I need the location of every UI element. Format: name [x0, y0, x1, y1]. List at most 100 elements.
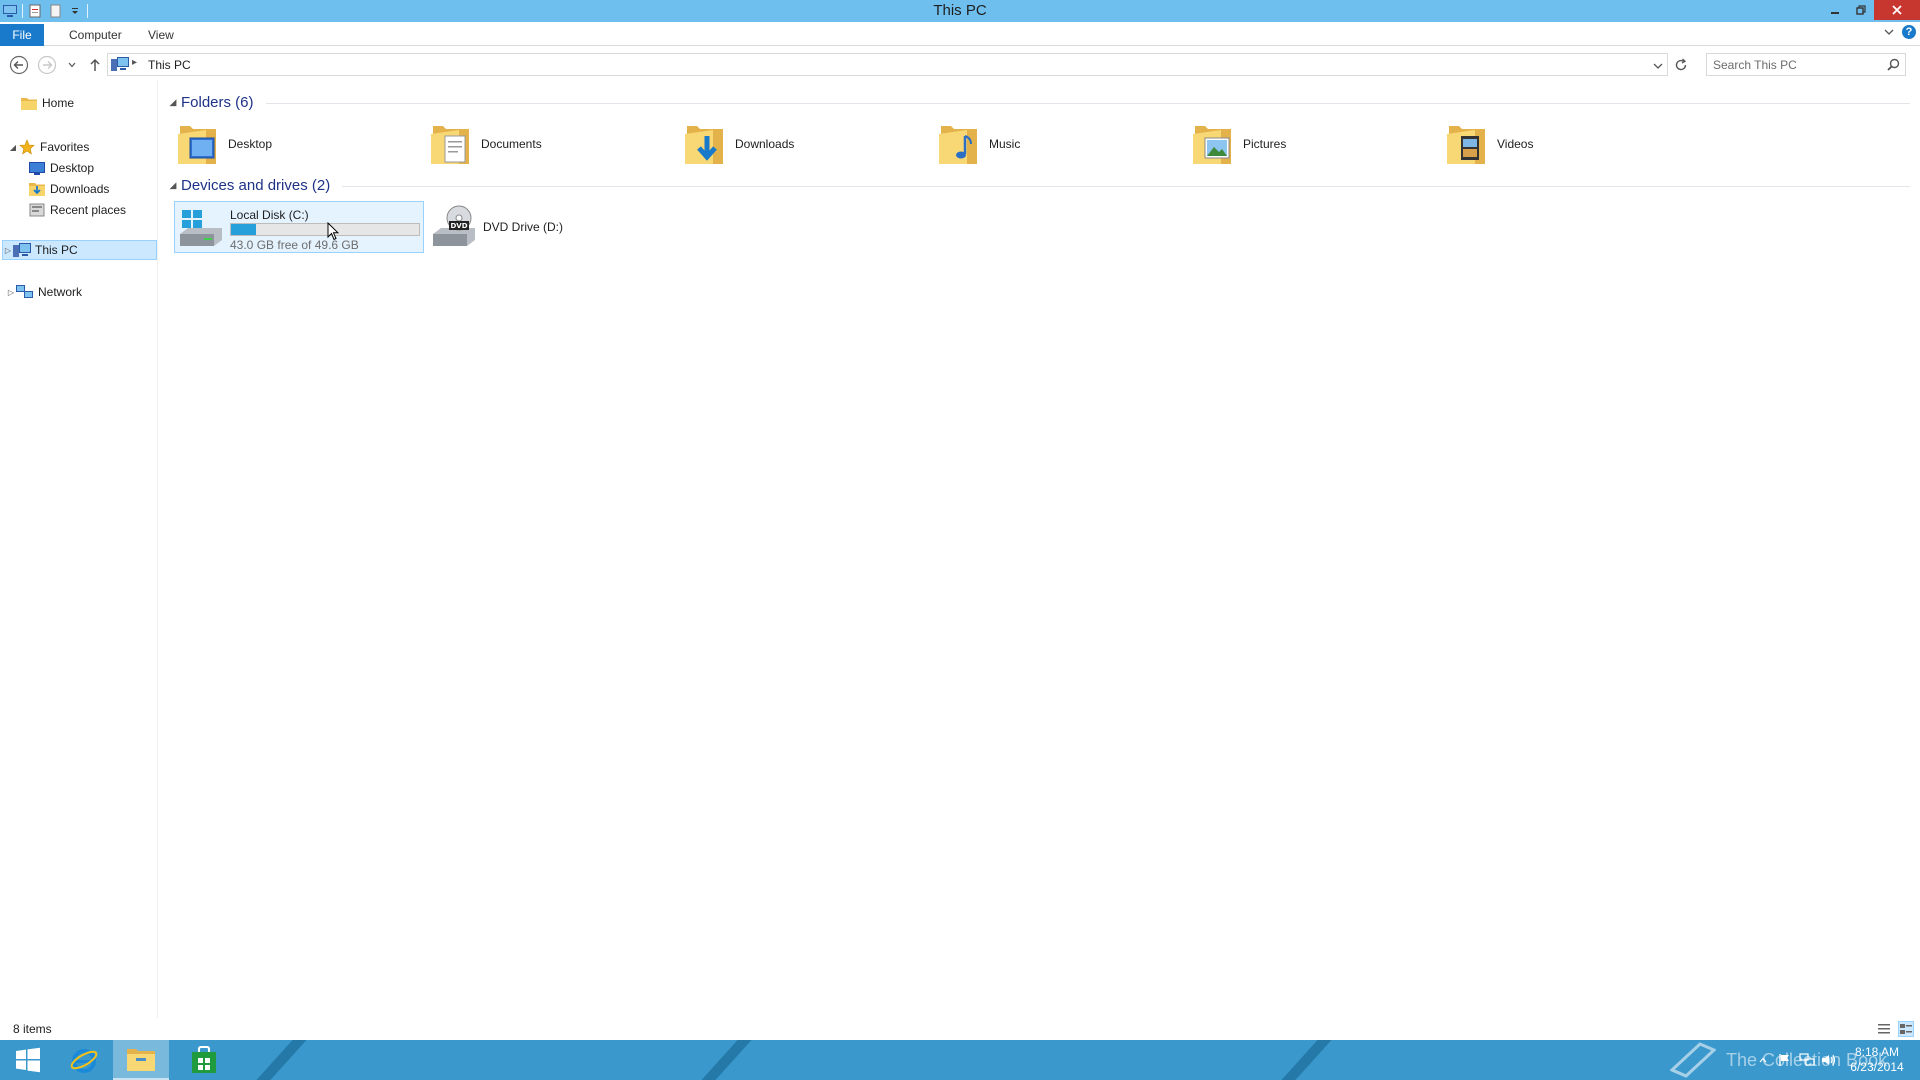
taskbar-internet-explorer[interactable] [56, 1040, 112, 1080]
star-icon [18, 139, 36, 155]
network-icon [16, 284, 34, 300]
close-button[interactable] [1874, 0, 1920, 20]
nav-item-label: Recent places [50, 203, 127, 217]
this-pc-icon [13, 242, 31, 258]
devices-group-header[interactable]: ◢ Devices and drives (2) [165, 175, 1910, 195]
nav-item-favorites[interactable]: ◢ Favorites [8, 137, 148, 157]
drive-free-space: 43.0 GB free of 49.6 GB [230, 238, 359, 252]
explorer-app-icon[interactable] [2, 3, 18, 19]
volume-icon[interactable] [1818, 1040, 1840, 1080]
expand-icon[interactable]: ▷ [3, 246, 13, 255]
folder-downloads[interactable]: Downloads [681, 118, 921, 170]
group-title: Devices and drives (2) [181, 176, 331, 194]
view-switcher [1876, 1021, 1914, 1037]
show-hidden-icons-icon[interactable] [1752, 1040, 1774, 1080]
collapse-icon[interactable]: ◢ [165, 97, 181, 108]
folder-documents-icon [427, 120, 475, 168]
home-folder-icon [20, 95, 38, 111]
folders-group-header[interactable]: ◢ Folders (6) [165, 92, 1910, 112]
tab-file[interactable]: File [0, 24, 44, 46]
system-tray: 8:18 AM 6/23/2014 [1752, 1040, 1920, 1080]
breadcrumb-separator-icon[interactable]: ▸ [132, 57, 137, 68]
folder-music-icon [935, 120, 983, 168]
start-button[interactable] [0, 1040, 56, 1080]
clock-date: 6/23/2014 [1850, 1060, 1904, 1074]
folder-videos-icon [1443, 120, 1491, 168]
taskbar: The Collection Book 8:18 AM 6/23/2014 [0, 1040, 1920, 1080]
search-input[interactable] [1713, 57, 1883, 73]
back-arrow-icon [9, 55, 29, 75]
folder-pictures[interactable]: Pictures [1189, 118, 1429, 170]
group-title: Folders (6) [181, 93, 254, 111]
details-view-icon[interactable] [1876, 1021, 1892, 1037]
nav-item-fav-downloads[interactable]: Downloads [28, 179, 148, 199]
expand-icon[interactable]: ▷ [6, 288, 16, 297]
tab-computer[interactable]: Computer [59, 24, 132, 46]
restore-icon [1856, 5, 1866, 15]
desktop-icon [28, 160, 46, 176]
collapse-icon[interactable]: ◢ [8, 143, 18, 152]
nav-item-label: Desktop [50, 161, 95, 175]
clock[interactable]: 8:18 AM 6/23/2014 [1840, 1045, 1914, 1075]
collapse-icon[interactable]: ◢ [165, 180, 181, 191]
chevron-down-icon [68, 62, 76, 68]
downloads-icon [28, 181, 46, 197]
properties-icon[interactable] [27, 3, 43, 19]
internet-explorer-icon [70, 1049, 98, 1073]
status-bar: 8 items [0, 1018, 1920, 1040]
folder-documents[interactable]: Documents [427, 118, 667, 170]
taskbar-file-explorer[interactable] [113, 1040, 169, 1080]
quick-access-toolbar [2, 2, 88, 20]
search-icon[interactable] [1887, 58, 1900, 74]
nav-item-this-pc[interactable]: ▷ This PC [2, 240, 157, 260]
refresh-button[interactable] [1670, 54, 1692, 76]
drive-label: Local Disk (C:) [230, 208, 309, 222]
nav-item-label: This PC [35, 243, 78, 257]
customize-qat-icon[interactable] [67, 3, 83, 19]
tab-view[interactable]: View [138, 24, 184, 46]
explorer-window: This PC File Computer View ? ▸ This PC S… [0, 0, 1920, 1080]
folder-music[interactable]: Music [935, 118, 1175, 170]
forward-button[interactable] [36, 54, 58, 76]
back-button[interactable] [8, 54, 30, 76]
recent-locations-button[interactable] [62, 54, 82, 76]
hard-drive-windows-icon [177, 204, 225, 252]
up-button[interactable] [84, 54, 106, 76]
drive-usage-fill [231, 224, 256, 235]
close-icon [1892, 5, 1902, 15]
action-center-flag-icon[interactable] [1774, 1040, 1796, 1080]
search-box[interactable] [1706, 53, 1906, 76]
network-tray-icon[interactable] [1796, 1040, 1818, 1080]
title-bar[interactable]: This PC [0, 0, 1920, 22]
nav-item-network[interactable]: ▷ Network [6, 282, 146, 302]
tiles-view-icon[interactable] [1898, 1021, 1914, 1037]
address-history-icon[interactable] [1653, 59, 1663, 73]
navigation-pane: Home ◢ Favorites Desktop Downloads Recen… [0, 80, 158, 1020]
expand-ribbon-icon[interactable] [1884, 25, 1894, 39]
refresh-icon [1675, 58, 1687, 71]
help-icon[interactable]: ? [1902, 25, 1916, 39]
drive-usage-bar [230, 223, 420, 236]
new-folder-icon[interactable] [47, 3, 63, 19]
forward-arrow-icon [37, 55, 57, 75]
ribbon-tabs: File Computer View ? [0, 22, 1920, 46]
file-view: ◢ Folders (6) Desktop Documents Download… [165, 84, 1915, 1014]
nav-item-fav-recent-places[interactable]: Recent places [28, 200, 148, 220]
minimize-icon [1831, 12, 1839, 14]
address-bar[interactable]: ▸ This PC [107, 53, 1668, 76]
taskbar-store[interactable] [176, 1040, 232, 1080]
folder-videos[interactable]: Videos [1443, 118, 1683, 170]
folder-desktop[interactable]: Desktop [174, 118, 414, 170]
mouse-cursor-icon [327, 221, 340, 244]
ribbon-controls: ? [1884, 25, 1916, 39]
drive-dvd-d[interactable]: DVD DVD Drive (D:) [428, 201, 678, 253]
nav-item-label: Downloads [50, 182, 110, 196]
minimize-button[interactable] [1822, 0, 1848, 20]
nav-item-home[interactable]: Home [10, 93, 150, 113]
item-count: 8 items [13, 1022, 52, 1036]
drive-local-disk-c[interactable]: Local Disk (C:) 43.0 GB free of 49.6 GB [174, 201, 424, 253]
breadcrumb-this-pc[interactable]: This PC [148, 58, 191, 72]
restore-button[interactable] [1848, 0, 1874, 20]
nav-item-fav-desktop[interactable]: Desktop [28, 158, 148, 178]
file-explorer-icon [127, 1049, 155, 1071]
